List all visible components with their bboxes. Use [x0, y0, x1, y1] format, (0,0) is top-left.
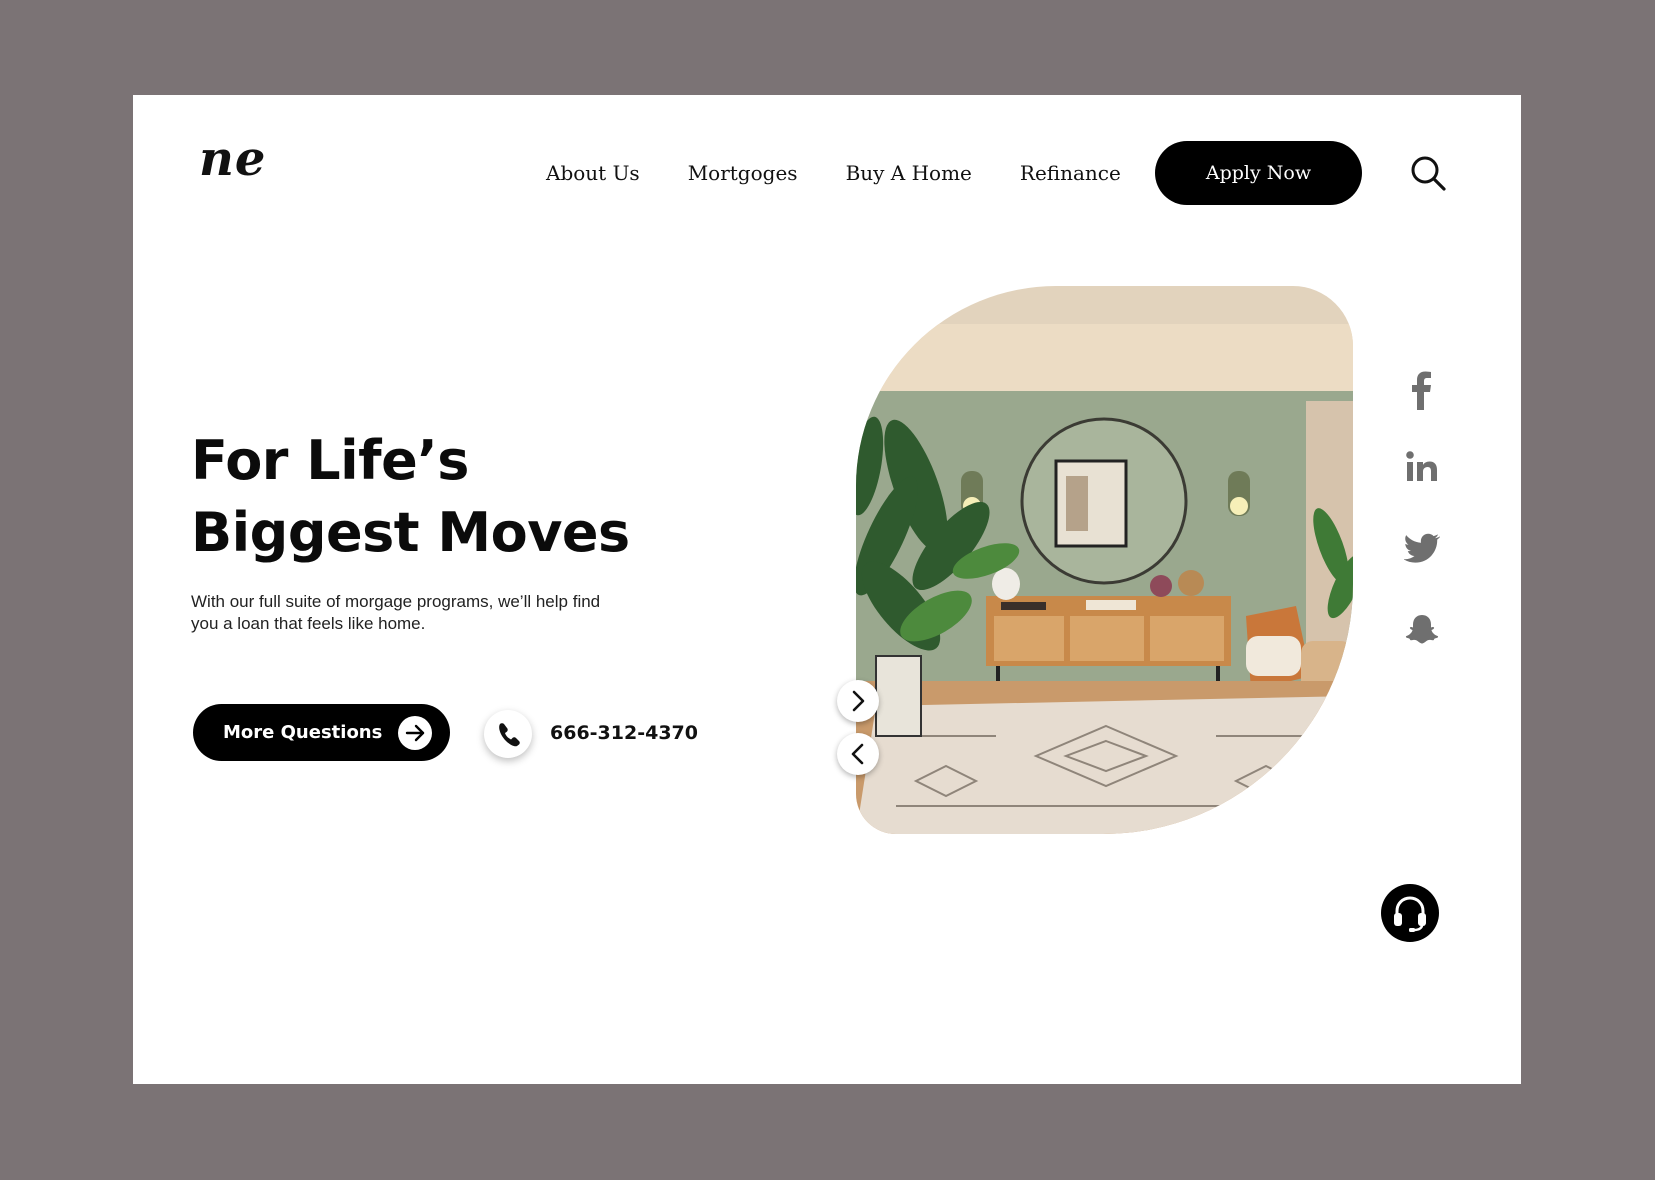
page-card: ne About Us Mortgoges Buy A Home Refinan… — [133, 95, 1521, 1084]
arrow-right-icon — [398, 716, 432, 750]
brand-logo[interactable]: ne — [199, 135, 266, 183]
main-nav: About Us Mortgoges Buy A Home Refinance — [546, 161, 1169, 185]
nav-item-about-us[interactable]: About Us — [546, 161, 640, 185]
hero-image — [856, 286, 1353, 834]
facebook-icon[interactable] — [1404, 370, 1440, 410]
search-icon[interactable] — [1408, 153, 1448, 193]
hero-subtext: With our full suite of morgage programs,… — [191, 592, 601, 633]
more-questions-button[interactable]: More Questions — [193, 704, 450, 761]
slider-next-button[interactable] — [837, 680, 879, 722]
more-questions-label: More Questions — [223, 722, 383, 743]
nav-item-buy-a-home[interactable]: Buy A Home — [846, 161, 972, 185]
phone-number[interactable]: 666-312-4370 — [550, 722, 698, 744]
nav-item-mortgages[interactable]: Mortgoges — [688, 161, 798, 185]
apply-now-button[interactable]: Apply Now — [1155, 141, 1362, 205]
phone-icon[interactable] — [484, 710, 532, 758]
headline-line-2: Biggest Moves — [191, 501, 630, 564]
hero-headline: For Life’s Biggest Moves — [191, 425, 630, 569]
linkedin-icon[interactable] — [1404, 449, 1440, 485]
headset-icon[interactable] — [1381, 884, 1439, 942]
twitter-icon[interactable] — [1403, 530, 1441, 566]
slider-prev-button[interactable] — [837, 733, 879, 775]
nav-item-refinance[interactable]: Refinance — [1020, 161, 1121, 185]
snapchat-icon[interactable] — [1404, 613, 1440, 649]
headline-line-1: For Life’s — [191, 429, 469, 492]
